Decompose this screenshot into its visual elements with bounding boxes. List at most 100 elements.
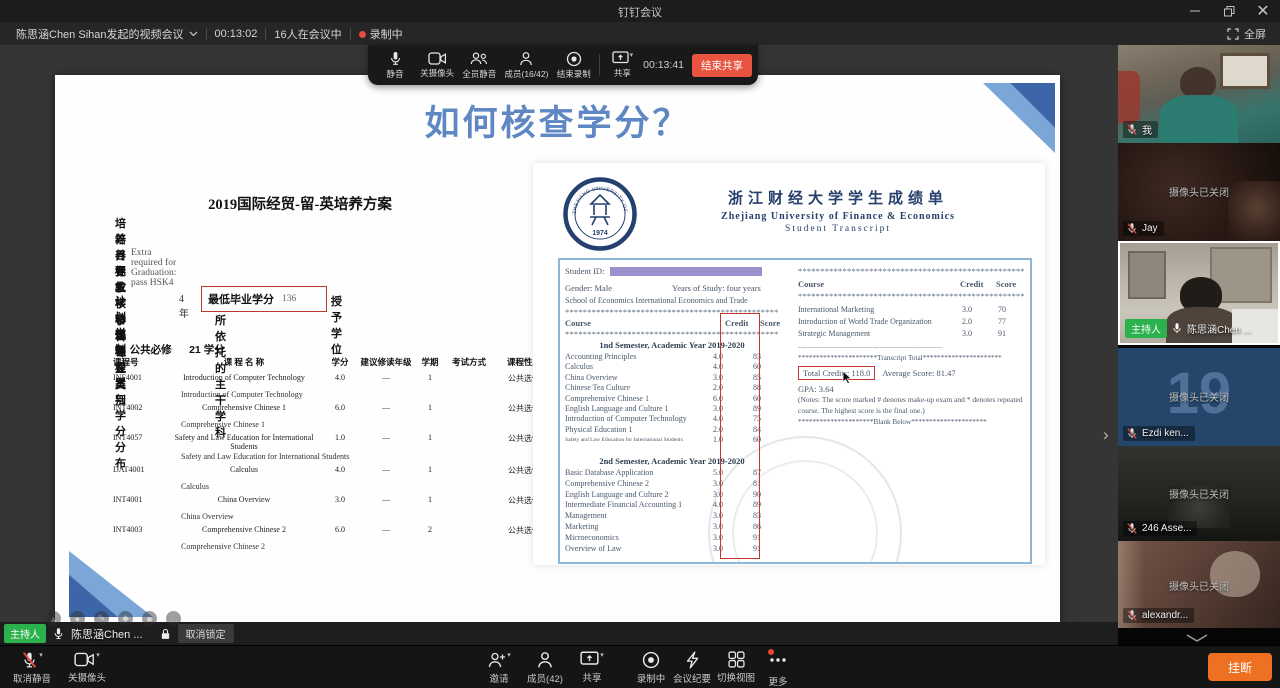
stop-share-button[interactable]: 结束共享 xyxy=(692,54,752,77)
transcript-total-line: **********************Transcript Total**… xyxy=(798,354,1024,362)
participants-sidebar: 我 摄像头已关闭 Jay 主持人 陈思涵Chen ... 19 xyxy=(1118,45,1280,645)
invite-icon xyxy=(487,651,506,669)
col-course: Course xyxy=(565,318,591,328)
share-screen-icon xyxy=(612,51,629,66)
school: School of Economics International Econom… xyxy=(565,296,748,305)
close-button[interactable]: ✕ xyxy=(1246,0,1280,22)
members-button[interactable]: 成员(16/42) xyxy=(500,51,552,80)
share-control-toolbar: 静音 关摄像头 全员静音 成员(16/42) 结束录制 ▾ 共享 00:13:4… xyxy=(368,45,758,85)
notes-line: (Notes: The score marked # denotes make-… xyxy=(798,395,1028,404)
participant-tile[interactable]: 摄像头已关闭 alexandr... xyxy=(1118,541,1280,628)
lock-icon xyxy=(159,627,172,641)
more-button[interactable]: 更多 xyxy=(746,651,810,688)
transcript-en-subtitle: Student Transcript xyxy=(645,224,1031,234)
mic-muted-icon xyxy=(1126,522,1138,535)
share-timer: 00:13:41 xyxy=(643,59,684,71)
notes-line: course. The highest score is the final o… xyxy=(798,406,1028,415)
hangup-button[interactable]: 挂断 xyxy=(1208,653,1272,681)
flash-notes-icon xyxy=(684,651,700,669)
mute-all-button[interactable]: 全员静音 xyxy=(458,51,500,80)
col-score: Score xyxy=(760,318,780,328)
participant-tile[interactable]: 19 摄像头已关闭 Ezdi ken... xyxy=(1118,348,1280,446)
participant-name: 陈思涵Chen ... xyxy=(1187,321,1252,336)
share-button[interactable]: ▾ 共享 xyxy=(560,651,624,684)
participant-tile[interactable]: 摄像头已关闭 246 Asse... xyxy=(1118,446,1280,541)
col-course: Course xyxy=(798,279,824,289)
camera-icon xyxy=(428,51,447,66)
separator-stars: ****************************************… xyxy=(798,266,1024,276)
participant-tile-me[interactable]: 我 xyxy=(1118,45,1280,143)
mic-muted-icon xyxy=(1126,123,1138,136)
col-score: Score xyxy=(996,279,1016,289)
svg-text:1974: 1974 xyxy=(592,230,608,237)
fullscreen-button[interactable]: 全屏 xyxy=(1227,26,1266,42)
course-row: Strategic Management3.091 xyxy=(798,328,1024,340)
camera-off-label: 摄像头已关闭 xyxy=(1118,184,1280,199)
average-score: Average Score: 81.47 xyxy=(882,368,955,378)
cancel-lock-button[interactable]: 取消锁定 xyxy=(178,624,234,643)
blank-below-line: *********************Blank Below********… xyxy=(798,418,1024,426)
chevron-down-icon xyxy=(1184,633,1210,643)
participant-body xyxy=(1160,95,1238,143)
table-row: DAT4001 Calculus 4.0 — 1 公共选修 Calculus xyxy=(113,465,561,491)
mic-muted-icon xyxy=(1126,609,1138,622)
slide-title: 如何核查学分？ xyxy=(55,95,1060,146)
course-row: International Marketing3.070 xyxy=(798,304,1024,316)
meeting-info-bar: 陈思涵Chen Sihan发起的视频会议 00:13:02 16人在会议中 录制… xyxy=(0,22,1280,45)
presenter-name: 陈思涵Chen ... xyxy=(71,626,143,642)
chevron-down-icon: ▾ xyxy=(630,51,634,59)
divider xyxy=(350,28,351,40)
wall-frame xyxy=(1220,53,1270,89)
sidebar-collapse-arrow[interactable]: › xyxy=(1103,425,1109,445)
university-seal-logo: ZHEJIANG UNIVERSITY OF FINANCE & ECONOMI… xyxy=(563,177,637,251)
table-row: INT4003 Comprehensive Chinese 2 6.0 — 2 … xyxy=(113,525,561,551)
stop-record-button[interactable]: 结束录制 xyxy=(553,51,595,80)
member-icon xyxy=(536,651,554,669)
member-icon xyxy=(518,51,534,67)
chevron-down-icon: ▾ xyxy=(600,651,604,659)
plan-extra: Extra required for Graduation: pass HSK4 xyxy=(131,248,176,288)
plan-table-rows: INF4001 Introduction of Computer Technol… xyxy=(113,373,561,551)
participant-tile[interactable]: 摄像头已关闭 Jay xyxy=(1118,143,1280,241)
camera-off-label: 摄像头已关闭 xyxy=(1118,578,1280,593)
student-id-label: Student ID: xyxy=(565,266,604,276)
divider xyxy=(206,28,207,40)
chevron-down-icon: ▾ xyxy=(39,651,43,659)
mic-on-icon xyxy=(1171,322,1183,335)
share-button[interactable]: ▾ 共享 xyxy=(604,51,641,79)
participant-name: 我 xyxy=(1142,122,1152,137)
host-badge: 主持人 xyxy=(4,624,46,643)
credit-column-highlight-box xyxy=(720,313,760,559)
presenter-status-overlay: 主持人 陈思涵Chen ... 取消锁定 xyxy=(4,624,234,643)
meeting-title-dropdown[interactable]: 陈思涵Chen Sihan发起的视频会议 xyxy=(16,26,198,42)
decor xyxy=(1118,71,1140,123)
meeting-window: 钉钉会议 ✕ 陈思涵Chen Sihan发起的视频会议 00:13:02 16人… xyxy=(0,0,1280,688)
separator-stars: ****************************************… xyxy=(798,291,1024,301)
table-row: INF4001 Introduction of Computer Technol… xyxy=(113,373,561,399)
window-title: 钉钉会议 xyxy=(0,4,1280,20)
plan-course-table: 课程号课 程 名 称 学分建议修读年级 学期考试方式 课程性质 INF4001 … xyxy=(113,356,561,555)
mute-button[interactable]: 静音 xyxy=(374,50,416,80)
maximize-button[interactable] xyxy=(1212,0,1246,22)
participant-tile-host[interactable]: 主持人 陈思涵Chen ... xyxy=(1118,241,1280,345)
window-titlebar: 钉钉会议 ✕ xyxy=(0,0,1280,22)
divider xyxy=(599,54,600,76)
minimize-button[interactable] xyxy=(1178,0,1212,22)
divider xyxy=(265,28,266,40)
mic-muted-icon xyxy=(21,651,38,669)
recording-status: 录制中 xyxy=(359,26,403,42)
camera-off-button[interactable]: 关摄像头 xyxy=(416,51,458,79)
transcript-body: Student ID: Gender: Male Years of Study:… xyxy=(558,258,1032,564)
mic-muted-icon xyxy=(1126,222,1138,235)
grid-view-icon xyxy=(728,651,745,668)
camera-off-label: 摄像头已关闭 xyxy=(1118,389,1280,404)
camera-off-button[interactable]: ▾ 关摄像头 xyxy=(55,651,119,684)
col-credit: Credit xyxy=(960,279,983,289)
min-credit-label: 最低毕业学分 xyxy=(208,291,274,307)
record-icon xyxy=(566,51,582,67)
host-badge: 主持人 xyxy=(1125,319,1167,338)
notification-dot xyxy=(768,649,774,655)
total-credits-highlight: Total Credits: 118.0 xyxy=(798,366,875,380)
mic-on-icon xyxy=(52,626,65,641)
mic-icon xyxy=(388,50,403,67)
